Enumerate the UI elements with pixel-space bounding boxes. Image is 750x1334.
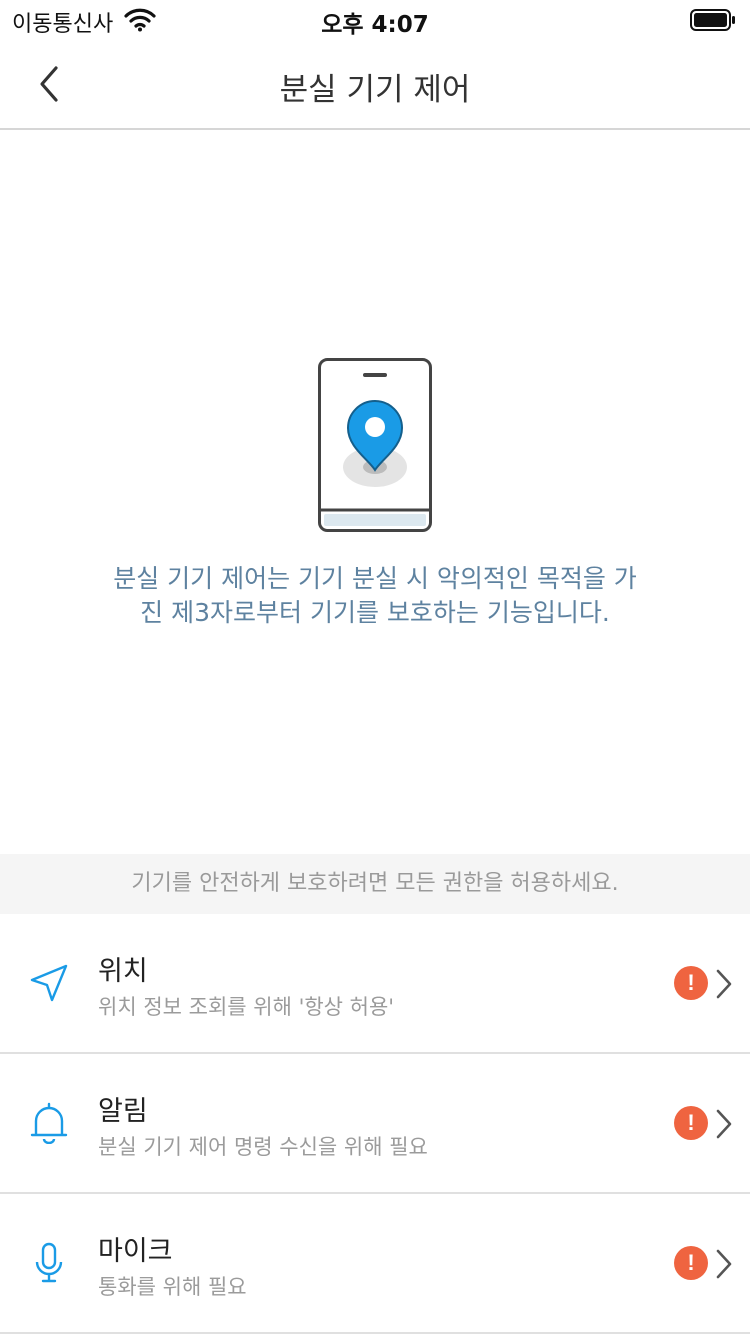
status-time: 오후 4:07 <box>321 12 429 38</box>
permission-title: 위치 <box>98 956 148 987</box>
permission-notice: 기기를 안전하게 보호하려면 모든 권한을 허용하세요. <box>0 854 750 914</box>
warning-icon: ! <box>674 1106 708 1140</box>
permission-subtitle: 위치 정보 조회를 위해 '항상 허용' <box>98 995 395 1019</box>
notice-text: 기기를 안전하게 보호하려면 모든 권한을 허용하세요. <box>131 871 619 896</box>
permission-subtitle: 통화를 위해 필요 <box>98 1275 247 1299</box>
phone-location-illustration <box>318 358 433 537</box>
permission-title: 마이크 <box>98 1236 173 1267</box>
page-title: 분실 기기 제어 <box>279 72 471 108</box>
chevron-right-icon <box>714 1248 734 1284</box>
permission-subtitle: 분실 기기 제어 명령 수신을 위해 필요 <box>98 1135 428 1159</box>
chevron-right-icon <box>714 968 734 1004</box>
location-arrow-icon <box>28 962 70 1004</box>
description-line-2: 진 제3자로부터 기기를 보호하는 기능입니다. <box>140 598 610 627</box>
warning-icon: ! <box>674 966 708 1000</box>
permission-row-microphone[interactable]: 마이크 통화를 위해 필요 ! <box>0 1194 750 1334</box>
nav-bar: 분실 기기 제어 <box>0 40 750 130</box>
chevron-right-icon <box>714 1108 734 1144</box>
bell-icon <box>28 1102 70 1145</box>
microphone-icon <box>28 1242 70 1284</box>
permission-row-notification[interactable]: 알림 분실 기기 제어 명령 수신을 위해 필요 ! <box>0 1054 750 1194</box>
battery-icon <box>690 9 736 35</box>
warning-icon: ! <box>674 1246 708 1280</box>
permission-title: 알림 <box>98 1096 148 1127</box>
permission-row-location[interactable]: 위치 위치 정보 조회를 위해 '항상 허용' ! <box>0 914 750 1054</box>
feature-description: 분실 기기 제어는 기기 분실 시 악의적인 목적을 가 진 제3자로부터 기기… <box>80 562 670 630</box>
status-bar: 이동통신사 오후 4:07 <box>0 0 750 40</box>
description-line-1: 분실 기기 제어는 기기 분실 시 악의적인 목적을 가 <box>113 564 637 593</box>
